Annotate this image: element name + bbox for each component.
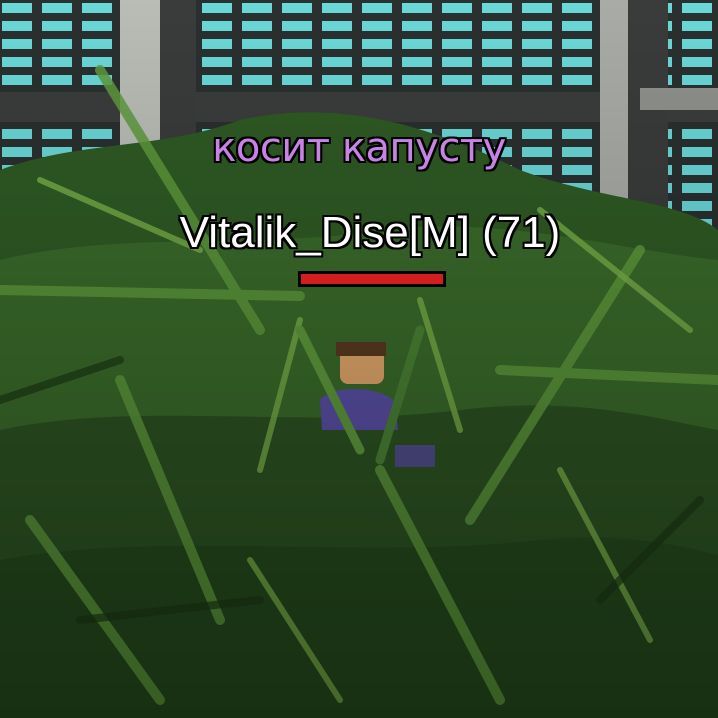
- greenhouse-background: [0, 0, 718, 718]
- game-viewport: косит капусту Vitalik_Dise[M] (71): [0, 0, 718, 718]
